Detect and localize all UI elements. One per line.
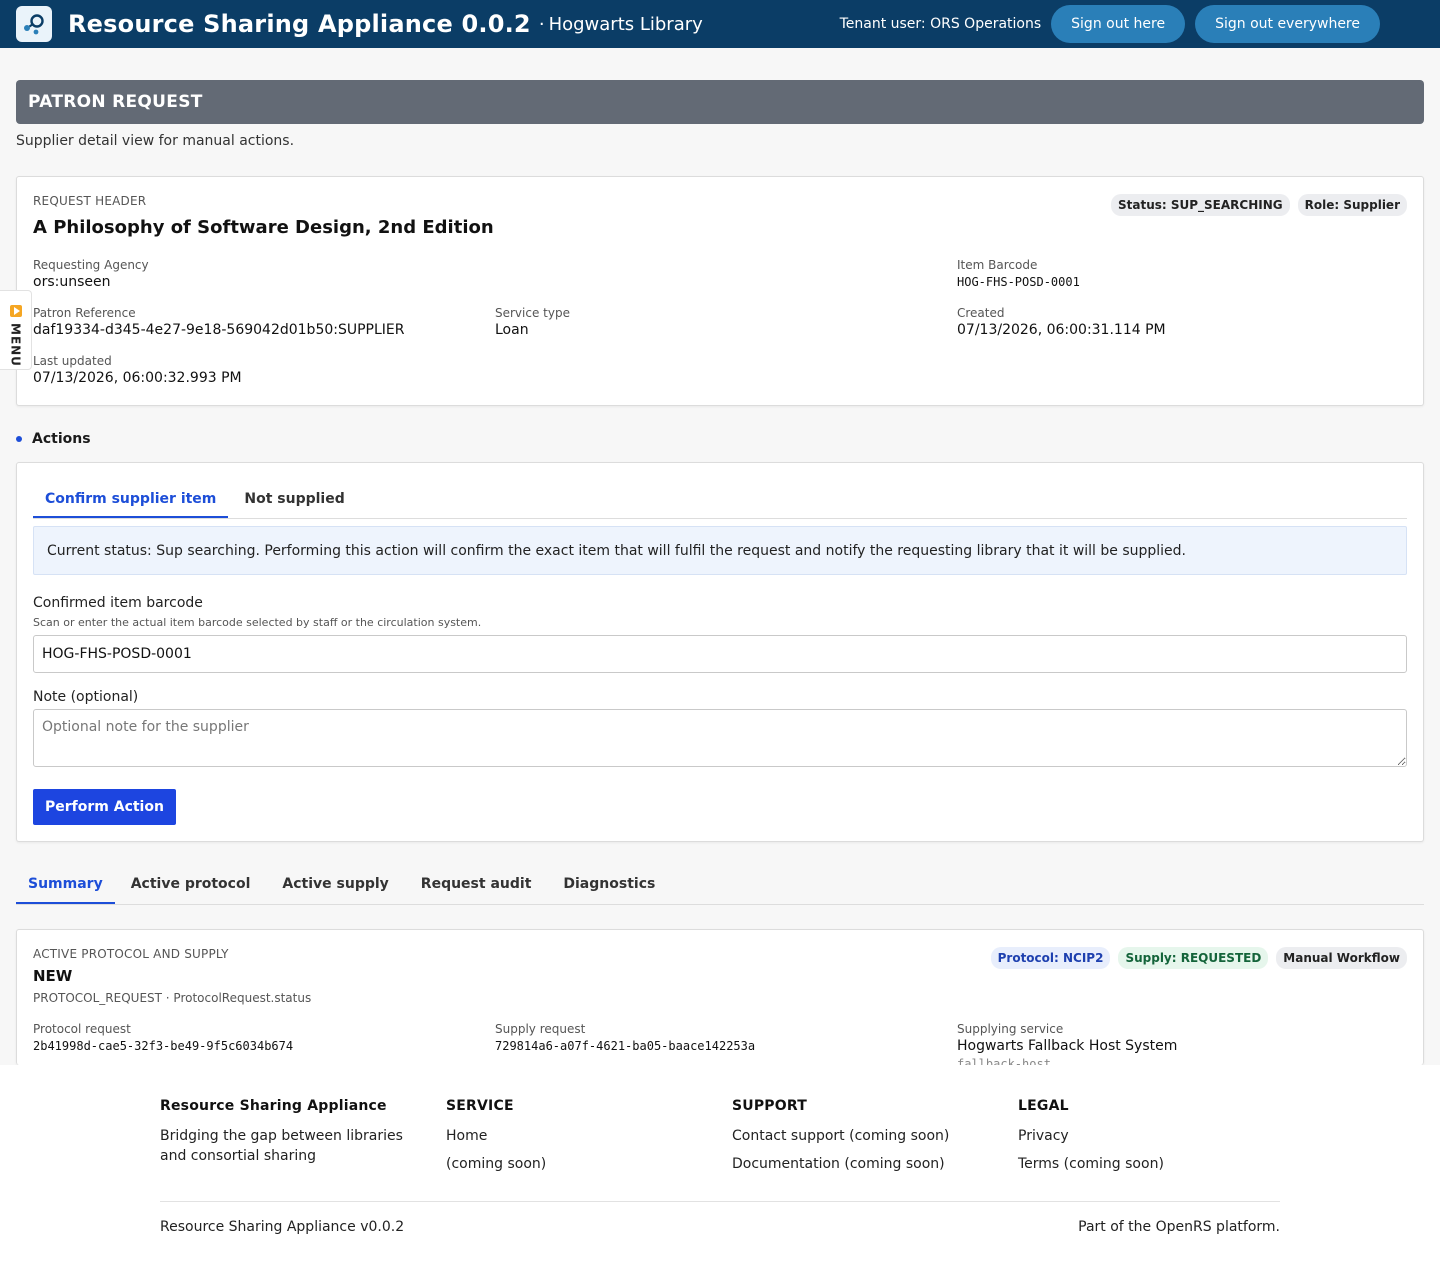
barcode-hint: Scan or enter the actual item barcode se…: [33, 616, 482, 629]
note-textarea[interactable]: [33, 709, 1407, 767]
tab-active-protocol[interactable]: Active protocol: [115, 866, 267, 904]
sign-out-everywhere-button[interactable]: Sign out everywhere: [1195, 5, 1380, 43]
page-subtitle: Supplier detail view for manual actions.: [16, 133, 295, 149]
item-barcode-field: Item Barcode HOG-FHS-POSD-0001: [957, 258, 1080, 289]
footer-support: SUPPORT Contact support (coming soon) Do…: [732, 1098, 1002, 1182]
user-area: Tenant user: ORS Operations Sign out her…: [840, 5, 1380, 43]
supplying-service-field: Supplying service Hogwarts Fallback Host…: [957, 1022, 1178, 1065]
tenant-name: · Hogwarts Library: [538, 13, 703, 35]
workflow-badge: Manual Workflow: [1276, 947, 1407, 969]
request-badges: Status: SUP_SEARCHING Role: Supplier: [1110, 194, 1407, 216]
last-updated-field: Last updated 07/13/2026, 06:00:32.993 PM: [33, 354, 242, 386]
requesting-agency-field: Requesting Agency ors:unseen: [33, 258, 149, 290]
note-label: Note (optional): [33, 689, 139, 705]
page-title: PATRON REQUEST: [16, 80, 1424, 124]
tab-active-supply[interactable]: Active supply: [266, 866, 404, 904]
service-type-field: Service type Loan: [495, 306, 570, 338]
play-icon: [9, 305, 22, 317]
tenant-user: Tenant user: ORS Operations: [839, 16, 1042, 32]
footer-service: SERVICE Home (coming soon): [446, 1098, 716, 1182]
menu-label: MENU: [8, 323, 23, 367]
tab-not-supplied[interactable]: Not supplied: [228, 482, 360, 518]
confirmed-barcode-input[interactable]: [33, 635, 1407, 673]
summary-badges: Protocol: NCIP2 Supply: REQUESTED Manual…: [990, 947, 1407, 969]
footer-link-documentation[interactable]: Documentation (coming soon): [732, 1154, 1002, 1174]
action-tabs: Confirm supplier item Not supplied: [33, 482, 1407, 519]
tab-summary[interactable]: Summary: [16, 866, 115, 904]
perform-action-button[interactable]: Perform Action: [33, 789, 176, 825]
footer-brand: Resource Sharing Appliance Bridging the …: [160, 1098, 403, 1164]
patron-reference-field: Patron Reference daf19334-d345-4e27-9e18…: [33, 306, 405, 338]
summary-meta: PROTOCOL_REQUEST · ProtocolRequest.statu…: [33, 991, 312, 1005]
status-badge: Status: SUP_SEARCHING: [1110, 194, 1290, 216]
actions-heading: Actions: [16, 431, 91, 447]
bullet-icon: [16, 436, 22, 442]
request-header-card: REQUEST HEADER A Philosophy of Software …: [16, 176, 1424, 406]
supply-badge: Supply: REQUESTED: [1118, 947, 1269, 969]
footer-legal: LEGAL Privacy Terms (coming soon): [1018, 1098, 1288, 1182]
menu-toggle[interactable]: MENU: [0, 290, 32, 370]
app-logo[interactable]: [16, 6, 52, 42]
barcode-label: Confirmed item barcode: [33, 595, 203, 611]
status-info-box: Current status: Sup searching. Performin…: [33, 526, 1407, 575]
request-header-eyebrow: REQUEST HEADER: [33, 194, 147, 208]
footer-link-privacy[interactable]: Privacy: [1018, 1126, 1288, 1146]
summary-eyebrow: ACTIVE PROTOCOL AND SUPPLY: [33, 947, 229, 961]
summary-card: ACTIVE PROTOCOL AND SUPPLY NEW PROTOCOL_…: [16, 929, 1424, 1065]
actions-card: Confirm supplier item Not supplied Curre…: [16, 462, 1424, 842]
protocol-request-field: Protocol request 2b41998d-cae5-32f3-be49…: [33, 1022, 294, 1053]
role-badge: Role: Supplier: [1297, 194, 1407, 216]
top-bar: Resource Sharing Appliance 0.0.2 · Hogwar…: [0, 0, 1440, 48]
detail-tabs: Summary Active protocol Active supply Re…: [16, 866, 1424, 905]
footer-version: Resource Sharing Appliance v0.0.2: [160, 1219, 405, 1235]
site-footer: Resource Sharing Appliance Bridging the …: [0, 1065, 1440, 1270]
app-title: Resource Sharing Appliance 0.0.2: [68, 10, 531, 38]
footer-link-home[interactable]: Home: [446, 1126, 716, 1146]
tab-request-audit[interactable]: Request audit: [405, 866, 548, 904]
footer-divider: [160, 1201, 1280, 1202]
created-field: Created 07/13/2026, 06:00:31.114 PM: [957, 306, 1166, 338]
footer-link-contact-support[interactable]: Contact support (coming soon): [732, 1126, 1002, 1146]
footer-platform: Part of the OpenRS platform.: [1078, 1219, 1280, 1235]
summary-title: NEW: [33, 967, 73, 985]
supply-request-field: Supply request 729814a6-a07f-4621-ba05-b…: [495, 1022, 756, 1053]
sign-out-here-button[interactable]: Sign out here: [1051, 5, 1186, 43]
tab-diagnostics[interactable]: Diagnostics: [547, 866, 671, 904]
protocol-badge: Protocol: NCIP2: [990, 947, 1111, 969]
request-title: A Philosophy of Software Design, 2nd Edi…: [33, 217, 494, 238]
share-network-icon: [24, 14, 44, 35]
footer-link-terms[interactable]: Terms (coming soon): [1018, 1154, 1288, 1174]
footer-link-coming-soon[interactable]: (coming soon): [446, 1154, 716, 1174]
tab-confirm-supplier-item[interactable]: Confirm supplier item: [33, 482, 229, 518]
